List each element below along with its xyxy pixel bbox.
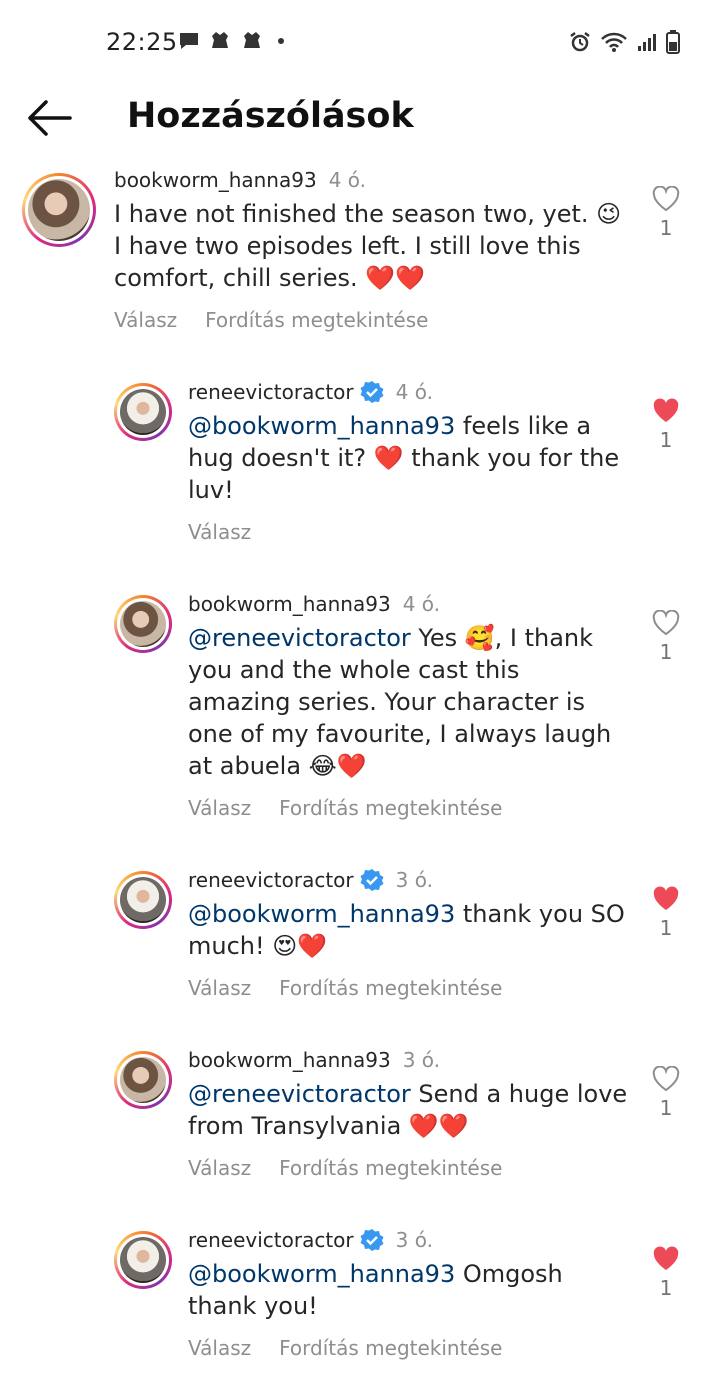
status-time: 22:25 [106,28,178,56]
mention-link[interactable]: @reneevictoractor [188,1080,411,1108]
avatar[interactable] [114,1051,172,1109]
translate-button[interactable]: Fordítás megtekintése [279,976,502,1000]
heart-outline-icon [652,1066,680,1092]
like-button[interactable]: 1 [652,1066,680,1120]
avatar[interactable] [22,173,96,247]
reply-button[interactable]: Válasz [188,976,251,1000]
comment-time: 4 ó. [395,380,433,404]
status-bar: 22:25 [0,0,720,86]
signal-icon [638,34,656,51]
comment-username[interactable]: reneevictoractor [188,380,354,404]
comment-username[interactable]: bookworm_hanna93 [188,592,391,616]
verified-badge-icon [360,1229,384,1251]
more-notifications-dot [278,38,284,44]
verified-badge-icon [360,869,384,891]
comment-username[interactable]: reneevictoractor [188,868,354,892]
comment-time: 4 ó. [402,592,441,616]
comment-text: @bookworm_hanna93 thank you SO much! 😍❤️ [188,900,625,960]
page-title: Hozzászólások [127,96,414,136]
translate-button[interactable]: Fordítás megtekintése [279,1336,502,1360]
mention-link[interactable]: @bookworm_hanna93 [188,900,455,928]
reply-button[interactable]: Válasz [188,1156,251,1180]
heart-filled-icon [653,1246,679,1270]
comment-text: I have not finished the season two, yet.… [114,200,622,292]
like-button[interactable]: 1 [652,886,680,940]
avatar[interactable] [114,595,172,653]
system-icons [569,30,680,54]
comment-text: @bookworm_hanna93 feels like a hug doesn… [188,412,620,504]
comment-time: 3 ó. [395,868,433,892]
like-button[interactable]: 1 [652,610,680,664]
like-button[interactable]: 1 [652,1246,680,1300]
like-count: 1 [659,640,673,664]
reply-button[interactable]: Válasz [188,520,251,544]
back-arrow-icon[interactable] [26,98,72,138]
comment-text: @reneevictoractor Send a huge love from … [188,1080,628,1140]
reply-button[interactable]: Válasz [188,1336,251,1360]
comment-time: 3 ó. [395,1228,433,1252]
translate-button[interactable]: Fordítás megtekintése [205,308,428,332]
like-count: 1 [659,1096,673,1120]
heart-filled-icon [653,886,679,910]
comment-username[interactable]: bookworm_hanna93 [188,1048,391,1072]
comment-username[interactable]: reneevictoractor [188,1228,354,1252]
puppy-icon-2 [244,32,260,48]
battery-icon [666,30,680,54]
verified-badge-icon [360,381,384,403]
comment-time: 4 ó. [328,168,367,192]
like-count: 1 [659,216,673,240]
translate-button[interactable]: Fordítás megtekintése [279,796,502,820]
comment-text: @bookworm_hanna93 Omgosh thank you! [188,1260,563,1320]
puppy-icon [212,32,228,48]
mention-link[interactable]: @bookworm_hanna93 [188,412,455,440]
like-count: 1 [659,428,673,452]
comment-username[interactable]: bookworm_hanna93 [114,168,317,192]
reply-button[interactable]: Válasz [188,796,251,820]
avatar[interactable] [114,383,172,441]
heart-outline-icon [652,186,680,212]
mention-link[interactable]: @reneevictoractor [188,624,411,652]
translate-button[interactable]: Fordítás megtekintése [279,1156,502,1180]
alarm-icon [570,32,590,52]
comment-text: @reneevictoractor Yes 🥰, I thank you and… [188,624,612,780]
header: Hozzászólások [0,86,720,150]
notification-icons [178,30,284,52]
like-count: 1 [659,916,673,940]
like-button[interactable]: 1 [652,398,680,452]
message-icon [180,33,198,49]
avatar[interactable] [114,871,172,929]
like-button[interactable]: 1 [652,186,680,240]
like-count: 1 [659,1276,673,1300]
avatar[interactable] [114,1231,172,1289]
wifi-icon [601,32,627,52]
heart-outline-icon [652,610,680,636]
heart-filled-icon [653,398,679,422]
mention-link[interactable]: @bookworm_hanna93 [188,1260,455,1288]
comment-time: 3 ó. [402,1048,441,1072]
reply-button[interactable]: Válasz [114,308,177,332]
